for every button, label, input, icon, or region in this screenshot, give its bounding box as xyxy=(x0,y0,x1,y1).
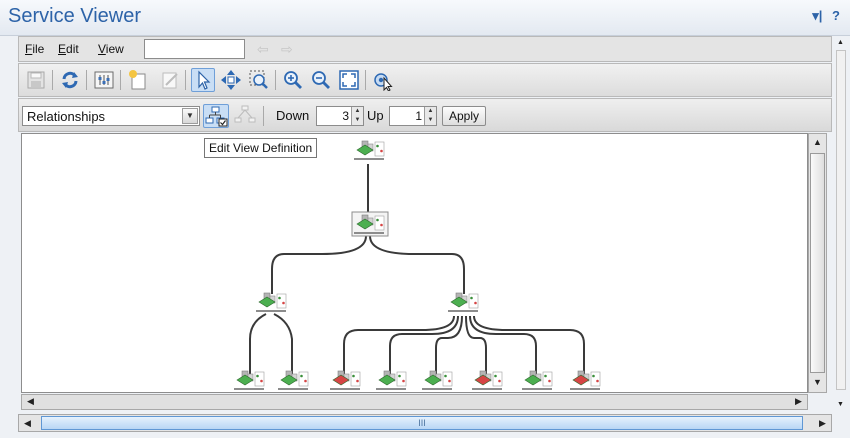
title-bar: Service Viewer ▾| ? xyxy=(0,0,850,36)
service-node-right-group[interactable] xyxy=(448,292,479,312)
service-node-leaf-7[interactable] xyxy=(522,370,553,390)
up-depth-stepper[interactable]: 1 ▲ ▼ xyxy=(389,106,437,126)
toolbar-separator xyxy=(365,70,366,90)
down-label: Down xyxy=(276,108,310,123)
scroll-left-icon[interactable]: ◀ xyxy=(22,394,39,409)
edge-right-leaf8 xyxy=(473,315,585,374)
service-node-left-group[interactable] xyxy=(256,292,287,312)
edit-view-definition-tooltip: Edit View Definition xyxy=(204,138,318,158)
edit-view-definition-icon[interactable] xyxy=(203,104,229,128)
graph-edges xyxy=(249,164,585,374)
service-graph-canvas[interactable]: Edit View Definition xyxy=(21,133,808,393)
zoom-in-icon[interactable] xyxy=(281,68,305,92)
service-node-level1[interactable] xyxy=(351,211,389,237)
menu-file[interactable]: File xyxy=(25,42,44,56)
refresh-icon[interactable] xyxy=(58,68,82,92)
outer-scroll-right-icon[interactable]: ▶ xyxy=(814,415,831,431)
title-controls: ▾| ? xyxy=(806,8,840,24)
relationship-select[interactable]: Relationships ▼ xyxy=(22,106,200,126)
scroll-down-icon[interactable]: ▼ xyxy=(809,374,826,391)
relationship-select-value: Relationships xyxy=(27,109,106,124)
toolbar-separator xyxy=(86,70,87,90)
menu-edit[interactable]: Edit xyxy=(58,42,79,56)
relationship-toolbar: Relationships ▼ Down 3 ▲ ▼ Up 1 ▲ ▼ Apply xyxy=(18,98,832,132)
edge-level1-right xyxy=(369,235,465,294)
apply-button[interactable]: Apply xyxy=(442,106,486,126)
menu-edit-rest: dit xyxy=(66,42,79,56)
window-horizontal-scrollbar[interactable]: ◀ III ▶ xyxy=(18,414,832,432)
down-spin-icon[interactable]: ▲ ▼ xyxy=(351,107,363,125)
menu-file-rest: ile xyxy=(32,42,45,56)
edge-right-leaf3 xyxy=(343,315,455,374)
menu-bar: File Edit View ⇦ ⇨ xyxy=(18,36,832,62)
outer-scroll-down-icon[interactable]: ▼ xyxy=(832,396,849,413)
toolbar-separator xyxy=(52,70,53,90)
down-depth-value: 3 xyxy=(342,109,349,123)
toolbar-separator xyxy=(185,70,186,90)
menu-view-rest: iew xyxy=(105,42,124,56)
edit-icon[interactable] xyxy=(158,68,182,92)
menu-view-accel: V xyxy=(98,42,106,56)
help-icon[interactable]: ? xyxy=(832,8,840,23)
toolbar-separator xyxy=(263,106,264,126)
zoom-area-icon[interactable] xyxy=(247,68,271,92)
window-title: Service Viewer xyxy=(8,5,142,27)
edge-left-leaf2 xyxy=(273,313,293,374)
service-node-leaf-1[interactable] xyxy=(234,370,265,390)
service-node-root[interactable] xyxy=(354,140,385,160)
outer-scroll-left-icon[interactable]: ◀ xyxy=(19,415,36,431)
scroll-right-icon[interactable]: ▶ xyxy=(790,394,807,409)
fit-to-window-icon[interactable] xyxy=(337,68,361,92)
vertical-scroll-thumb[interactable] xyxy=(810,153,825,373)
canvas-vertical-scrollbar[interactable]: ▲ ▼ xyxy=(808,133,827,393)
canvas-horizontal-scrollbar[interactable]: ◀ ▶ xyxy=(21,394,808,410)
service-node-leaf-6[interactable] xyxy=(472,370,503,390)
layout-icon[interactable] xyxy=(371,68,395,92)
down-depth-stepper[interactable]: 3 ▲ ▼ xyxy=(316,106,364,126)
edge-right-leaf6 xyxy=(465,315,487,374)
edge-level1-left xyxy=(271,235,367,294)
toolbar-separator xyxy=(120,70,121,90)
collapse-menu-icon[interactable]: ▾| xyxy=(812,8,822,23)
service-node-leaf-2[interactable] xyxy=(278,370,309,390)
menu-edit-accel: E xyxy=(58,42,67,56)
up-spin-icon[interactable]: ▲ ▼ xyxy=(424,107,436,125)
toolbar-separator xyxy=(275,70,276,90)
hierarchy-icon[interactable] xyxy=(233,104,259,128)
zoom-out-icon[interactable] xyxy=(309,68,333,92)
scroll-up-icon[interactable]: ▲ xyxy=(809,134,826,151)
save-icon[interactable] xyxy=(24,68,48,92)
edge-left-leaf1 xyxy=(249,313,267,374)
chevron-down-icon[interactable]: ▼ xyxy=(182,108,198,124)
new-view-icon[interactable] xyxy=(126,68,150,92)
window-scroll-thumb[interactable] xyxy=(836,50,846,390)
service-graph xyxy=(234,140,601,390)
service-node-leaf-8[interactable] xyxy=(570,370,601,390)
window-vertical-scrollbar[interactable]: ▲ ▼ xyxy=(834,36,848,416)
service-viewer-window: Service Viewer ▾| ? File Edit View ⇦ ⇨ R… xyxy=(0,0,850,438)
service-node-leaf-5[interactable] xyxy=(422,370,453,390)
scroll-grip: III xyxy=(418,418,426,428)
view-search-input[interactable] xyxy=(144,39,245,59)
back-arrow-icon[interactable]: ⇦ xyxy=(257,41,269,58)
forward-arrow-icon[interactable]: ⇨ xyxy=(281,41,293,58)
service-node-leaf-4[interactable] xyxy=(376,370,407,390)
up-depth-value: 1 xyxy=(415,109,422,123)
graph-nodes xyxy=(234,140,601,390)
menu-view[interactable]: View xyxy=(98,42,124,56)
main-toolbar xyxy=(18,63,832,97)
horizontal-scroll-thumb[interactable]: III xyxy=(41,416,803,430)
pan-icon[interactable] xyxy=(219,68,243,92)
up-label: Up xyxy=(367,108,384,123)
service-node-leaf-3[interactable] xyxy=(330,370,361,390)
select-pointer-icon[interactable] xyxy=(191,68,215,92)
outer-scroll-up-icon[interactable]: ▲ xyxy=(832,34,849,51)
view-settings-icon[interactable] xyxy=(92,68,116,92)
